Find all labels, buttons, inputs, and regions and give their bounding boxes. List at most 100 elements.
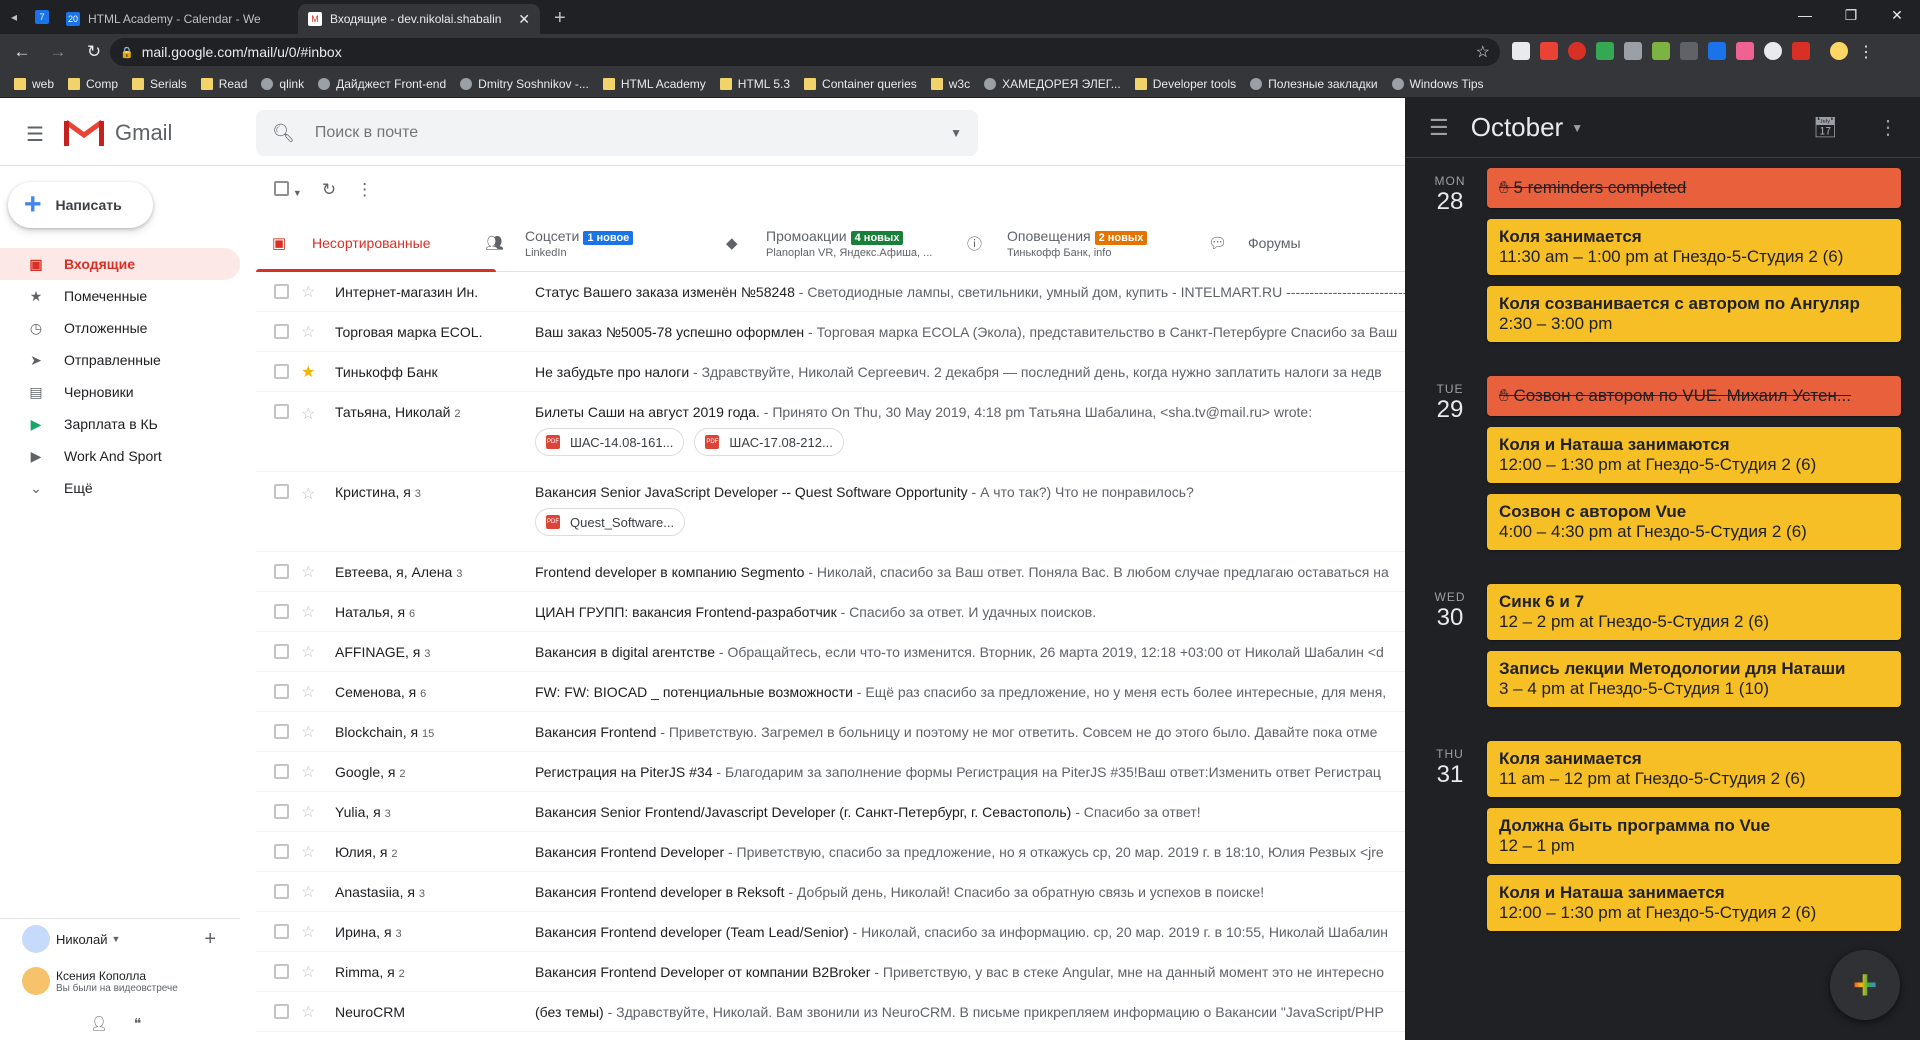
star-icon[interactable]: ☆ [301,562,317,582]
calendar-event[interactable]: Коля и Наташа занимается 12:00 – 1:30 pm … [1487,875,1901,931]
email-row[interactable]: ☆ Rimma, я 2 Вакансия Frontend Developer о… [256,952,1405,992]
star-icon[interactable]: ☆ [301,682,317,702]
bookmark-comp[interactable]: Comp [68,77,118,91]
more-vert-icon[interactable]: ⋮ [1878,115,1898,140]
calendar-event[interactable]: Запись лекции Методологии для Наташи 3 – … [1487,651,1901,707]
star-icon[interactable]: ☆ [301,962,317,982]
search-icon[interactable]: 🔍︎ [272,123,295,144]
bookmark-star-icon[interactable]: ☆ [1476,42,1490,62]
reload-icon[interactable]: ↻ [80,42,108,62]
forward-icon[interactable]: → [44,42,72,62]
row-checkbox[interactable] [274,564,289,579]
row-checkbox[interactable] [274,964,289,979]
refresh-icon[interactable]: ↻ [322,180,336,200]
email-row[interactable]: ☆ Евтеева, я, Алена 3 Frontend developer в… [256,552,1405,592]
email-row[interactable]: ☆ Blockchain, я 15 Вакансия Frontend - При… [256,712,1405,752]
nav-snoozed[interactable]: ◷ Отложенные [0,312,240,344]
extension-icon[interactable] [1708,42,1726,60]
calendar-event[interactable]: Коля занимается 11:30 am – 1:00 pm at Гне… [1487,219,1901,275]
nav-drafts[interactable]: ▤ Черновики [0,376,240,408]
address-bar[interactable]: 🔒 mail.google.com/mail/u/0/#inbox ☆ [110,38,1500,66]
extension-icon[interactable] [1624,42,1642,60]
bookmark-soshnikov[interactable]: Dmitry Soshnikov -... [460,77,589,91]
bookmark-hamedorea[interactable]: ХАМЕДОРЕЯ ЭЛЕГ... [984,77,1121,91]
bookmark-container-queries[interactable]: Container queries [804,77,917,91]
email-row[interactable]: ☆ Наталья, я 6 ЦИАН ГРУПП: вакансия Fronte… [256,592,1405,632]
person-icon[interactable]: 👤︎ [90,1015,108,1032]
nav-more[interactable]: ⌄ Ещё [0,472,240,504]
star-icon[interactable]: ☆ [301,484,317,504]
nav-label-work-sport[interactable]: ▶ Work And Sport [0,440,240,472]
email-row[interactable]: ☆ Интернет-магазин Ин. Статус Вашего зака… [256,272,1405,312]
bookmark-windows-tips[interactable]: Windows Tips [1391,77,1484,91]
row-checkbox[interactable] [274,604,289,619]
month-title[interactable]: October [1471,112,1564,143]
row-checkbox[interactable] [274,924,289,939]
search-options-icon[interactable]: ▼ [950,126,962,140]
completed-reminder[interactable]: ✋︎ Созвон с автором по VUE. Михаил Устен… [1487,376,1901,416]
row-checkbox[interactable] [274,324,289,339]
nav-sent[interactable]: ➤ Отправленные [0,344,240,376]
extension-icon[interactable] [1792,42,1810,60]
search-bar[interactable]: 🔍︎ ▼ [256,110,978,156]
email-row[interactable]: ★ Тинькофф Банк Не забудьте про налоги - … [256,352,1405,392]
chevron-down-icon[interactable]: ▼ [112,934,121,944]
hangouts-icon[interactable]: ❝ [134,1015,142,1032]
hangouts-user[interactable]: Николай ▼ + [0,919,240,959]
star-icon[interactable]: ☆ [301,802,317,822]
tab-updates[interactable]: ⓘ Оповещения 2 новых Тинькофф Банк, info [951,214,1192,272]
extension-icon[interactable] [1736,42,1754,60]
star-icon[interactable]: ☆ [301,322,317,342]
row-checkbox[interactable] [274,884,289,899]
create-event-button[interactable]: + [1830,950,1900,1020]
star-icon[interactable]: ☆ [301,842,317,862]
select-all-checkbox[interactable]: ▼ [274,181,302,199]
email-row[interactable]: ☆ Ирина, я 3 Вакансия Frontend developer (… [256,912,1405,952]
star-icon[interactable]: ☆ [301,922,317,942]
pinned-tab[interactable]: 7 [28,0,56,34]
chevron-down-icon[interactable]: ▼ [1571,121,1583,135]
row-checkbox[interactable] [274,364,289,379]
star-icon[interactable]: ☆ [301,404,317,424]
add-contact-icon[interactable]: + [204,928,216,951]
gmail-logo-icon[interactable] [64,118,104,146]
day-label[interactable]: WED 30 [1427,590,1473,632]
calendar-event[interactable]: Синк 6 и 7 12 – 2 pm at Гнездо-5-Студия 2… [1487,584,1901,640]
compose-button[interactable]: + Написать [8,182,153,228]
email-row[interactable]: ☆ Татьяна, Николай 2 Билеты Саши на август… [256,392,1405,472]
row-checkbox[interactable] [274,804,289,819]
nav-label-salary[interactable]: ▶ Зарплата в КЬ [0,408,240,440]
back-icon[interactable]: ← [8,42,36,62]
bookmark-w3c[interactable]: w3c [930,77,970,91]
bookmark-digest[interactable]: Дайджест Front-end [318,77,446,91]
email-row[interactable]: ☆ NeuroCRM (без темы) - Здравствуйте, Ник… [256,992,1405,1032]
star-icon[interactable]: ☆ [301,642,317,662]
email-row[interactable]: ☆ Торговая марка ECOL. Ваш заказ №5005-78… [256,312,1405,352]
calendar-event[interactable]: Созвон с автором Vue 4:00 – 4:30 pm at Гн… [1487,494,1901,550]
email-row[interactable]: ☆ Кристина, я 3 Вакансия Senior JavaScript… [256,472,1405,552]
extension-icon[interactable] [1568,42,1586,60]
tab-forums[interactable]: 💬︎ Форумы [1192,214,1405,272]
tab-gmail[interactable]: M Входящие - dev.nikolai.shabalin ✕ [298,4,540,34]
day-label[interactable]: THU 31 [1427,747,1473,789]
email-row[interactable]: ☆ Google, я 2 Регистрация на PiterJS #34 -… [256,752,1405,792]
email-row[interactable]: ☆ Семенова, я 6 FW: FW: BIOCAD _ потенциал… [256,672,1405,712]
attachment-chip[interactable]: PDF ШАС-14.08-161... [535,428,685,456]
row-checkbox[interactable] [274,764,289,779]
search-input[interactable] [314,124,951,142]
nav-inbox[interactable]: ▣ Входящие [0,248,240,280]
browser-menu-icon[interactable]: ⋮ [1858,42,1874,62]
star-icon[interactable]: ☆ [301,722,317,742]
bookmark-web[interactable]: web [14,77,54,91]
tab-social[interactable]: 👥︎ Соцсети 1 новое LinkedIn [469,214,710,272]
star-icon[interactable]: ☆ [301,1002,317,1022]
star-icon[interactable]: ★ [301,362,317,382]
close-tab-icon[interactable]: ✕ [518,11,530,28]
row-checkbox[interactable] [274,644,289,659]
close-window-icon[interactable]: ✕ [1874,0,1920,30]
day-label[interactable]: TUE 29 [1427,382,1473,424]
star-icon[interactable]: ☆ [301,882,317,902]
email-row[interactable]: ☆ Yulia, я 3 Вакансия Senior Frontend/Java… [256,792,1405,832]
hangouts-contact[interactable]: Ксения Кополла Вы были на видеовстрече [0,959,240,1003]
bookmark-htmlacademy[interactable]: HTML Academy [602,77,706,91]
